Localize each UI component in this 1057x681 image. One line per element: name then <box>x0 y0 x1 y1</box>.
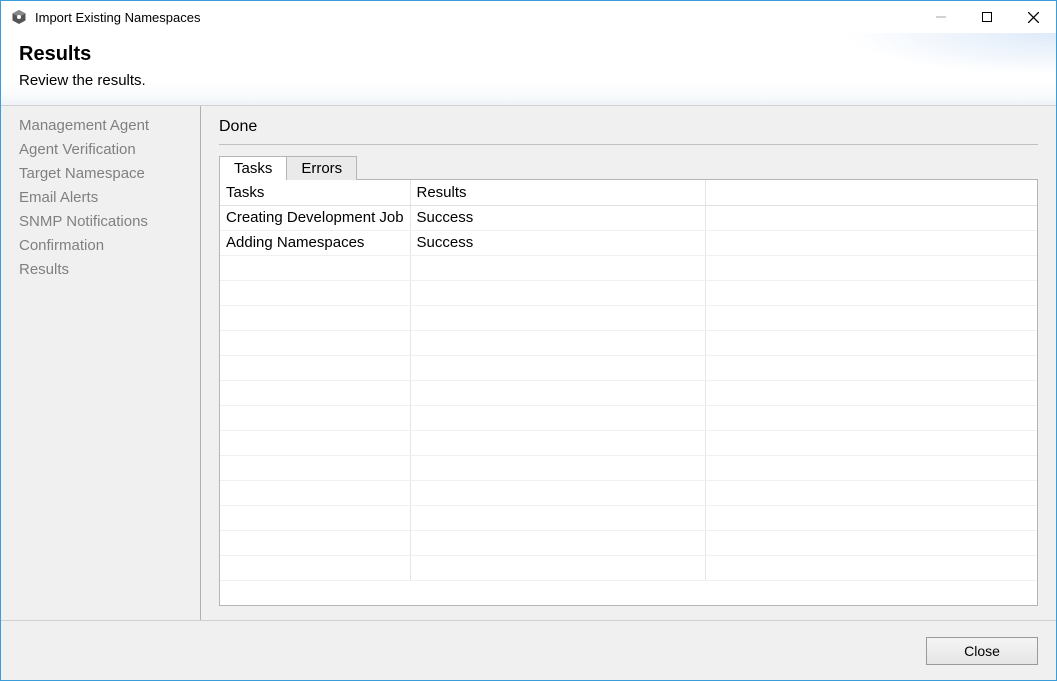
cell-empty <box>705 505 1037 530</box>
sidebar-item-target-namespace[interactable]: Target Namespace <box>1 162 200 186</box>
cell-empty <box>410 380 705 405</box>
cell-result: Success <box>410 230 705 255</box>
dialog-window: Import Existing Namespaces Results Revie… <box>0 0 1057 681</box>
tab-errors[interactable]: Errors <box>286 156 357 180</box>
cell-empty <box>220 355 410 380</box>
col-header-tasks[interactable]: Tasks <box>220 180 410 205</box>
cell-blank <box>705 205 1037 230</box>
cell-empty <box>705 355 1037 380</box>
table-row-empty <box>220 430 1037 455</box>
status-label: Done <box>219 118 1038 136</box>
table-row-empty <box>220 455 1037 480</box>
page-title: Results <box>19 43 1038 66</box>
sidebar-item-confirmation[interactable]: Confirmation <box>1 234 200 258</box>
cell-empty <box>705 455 1037 480</box>
table-row-empty <box>220 305 1037 330</box>
cell-empty <box>220 480 410 505</box>
sidebar-item-agent-verification[interactable]: Agent Verification <box>1 138 200 162</box>
cell-empty <box>220 530 410 555</box>
cell-empty <box>220 505 410 530</box>
cell-empty <box>705 280 1037 305</box>
cell-empty <box>220 405 410 430</box>
tasks-table: Tasks Results Creating Development JobSu… <box>220 180 1037 581</box>
cell-empty <box>220 305 410 330</box>
table-row-empty <box>220 480 1037 505</box>
cell-task: Creating Development Job <box>220 205 410 230</box>
col-header-results[interactable]: Results <box>410 180 705 205</box>
cell-empty <box>705 255 1037 280</box>
titlebar[interactable]: Import Existing Namespaces <box>1 1 1056 33</box>
wizard-header: Results Review the results. <box>1 33 1056 105</box>
cell-empty <box>220 280 410 305</box>
tabs: Tasks Errors <box>219 155 1038 179</box>
cell-empty <box>705 555 1037 580</box>
tab-content-tasks: Tasks Results Creating Development JobSu… <box>219 179 1038 606</box>
cell-empty <box>220 430 410 455</box>
table-header-row: Tasks Results <box>220 180 1037 205</box>
table-row-empty <box>220 280 1037 305</box>
cell-empty <box>705 305 1037 330</box>
cell-empty <box>410 480 705 505</box>
cell-empty <box>220 255 410 280</box>
table-row-empty <box>220 330 1037 355</box>
cell-empty <box>410 355 705 380</box>
cell-empty <box>705 380 1037 405</box>
table-row-empty <box>220 355 1037 380</box>
table-row[interactable]: Creating Development JobSuccess <box>220 205 1037 230</box>
cell-empty <box>705 430 1037 455</box>
cell-empty <box>410 555 705 580</box>
col-header-blank[interactable] <box>705 180 1037 205</box>
window-controls <box>918 1 1056 33</box>
cell-result: Success <box>410 205 705 230</box>
table-row-empty <box>220 380 1037 405</box>
table-row-empty <box>220 555 1037 580</box>
cell-empty <box>705 405 1037 430</box>
sidebar-item-email-alerts[interactable]: Email Alerts <box>1 186 200 210</box>
cell-empty <box>410 405 705 430</box>
sidebar-item-management-agent[interactable]: Management Agent <box>1 114 200 138</box>
cell-empty <box>220 455 410 480</box>
cell-empty <box>705 480 1037 505</box>
cell-empty <box>410 430 705 455</box>
table-row-empty <box>220 505 1037 530</box>
table-row-empty <box>220 530 1037 555</box>
table-row[interactable]: Adding NamespacesSuccess <box>220 230 1037 255</box>
cell-blank <box>705 230 1037 255</box>
sidebar-item-snmp-notifications[interactable]: SNMP Notifications <box>1 210 200 234</box>
table-row-empty <box>220 255 1037 280</box>
cell-task: Adding Namespaces <box>220 230 410 255</box>
cell-empty <box>410 455 705 480</box>
cell-empty <box>220 330 410 355</box>
cell-empty <box>410 505 705 530</box>
cell-empty <box>705 530 1037 555</box>
wizard-steps-sidebar: Management Agent Agent Verification Targ… <box>1 106 201 620</box>
cell-empty <box>410 530 705 555</box>
close-button[interactable]: Close <box>926 637 1038 665</box>
cell-empty <box>705 330 1037 355</box>
cell-empty <box>410 305 705 330</box>
cell-empty <box>410 255 705 280</box>
table-row-empty <box>220 405 1037 430</box>
status-separator <box>219 144 1038 145</box>
app-icon <box>11 9 27 25</box>
minimize-button[interactable] <box>918 1 964 33</box>
wizard-content: Done Tasks Errors Tasks Results Cr <box>201 106 1056 620</box>
cell-empty <box>410 280 705 305</box>
cell-empty <box>220 555 410 580</box>
wizard-footer: Close <box>1 620 1056 680</box>
cell-empty <box>220 380 410 405</box>
wizard-body: Management Agent Agent Verification Targ… <box>1 105 1056 620</box>
window-title: Import Existing Namespaces <box>35 10 918 25</box>
cell-empty <box>410 330 705 355</box>
sidebar-item-results[interactable]: Results <box>1 258 200 282</box>
close-window-button[interactable] <box>1010 1 1056 33</box>
tab-tasks[interactable]: Tasks <box>219 156 287 180</box>
maximize-button[interactable] <box>964 1 1010 33</box>
page-subtitle: Review the results. <box>19 72 1038 89</box>
